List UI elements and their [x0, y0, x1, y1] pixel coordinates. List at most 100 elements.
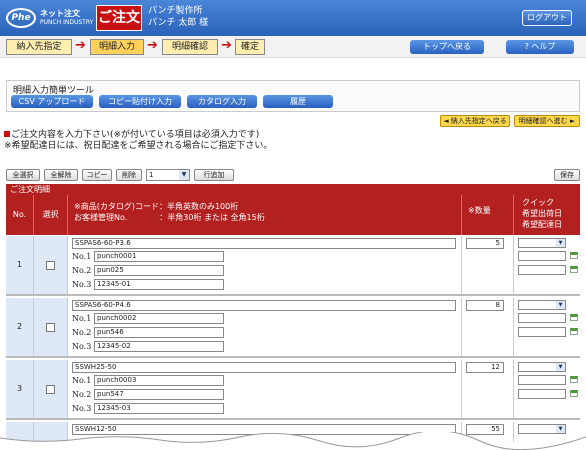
arrow-right-icon: ➔: [75, 38, 86, 53]
table-row: 2 SSPAS6-60-P4.6 No.1 punch0002 No.2 pun…: [6, 298, 580, 358]
date-cell: ▼: [514, 360, 580, 418]
copy-button[interactable]: コピー: [82, 169, 112, 181]
ship-date-input[interactable]: [518, 251, 566, 261]
header-dates: クイック 希望出荷日 希望配達日: [514, 195, 580, 235]
quick-date-select[interactable]: ▼: [518, 300, 566, 310]
qty-input[interactable]: 12: [466, 362, 504, 373]
step-detail-input: 明細入力: [90, 39, 144, 55]
date-cell: ▼: [514, 298, 580, 356]
no2-label: No.2: [72, 328, 92, 337]
select-cell: [34, 298, 68, 356]
calendar-icon[interactable]: [570, 328, 578, 335]
header-delivery-date: 希望配達日: [522, 220, 562, 229]
customer-no3-input[interactable]: 12345-01: [94, 279, 224, 290]
customer-no1-input[interactable]: punch0001: [94, 251, 224, 262]
step-detail-confirm: 明細確認: [162, 39, 218, 55]
company-name: パンチ製作所: [148, 6, 203, 16]
no2-label: No.2: [72, 390, 92, 399]
required-mark-icon: [4, 131, 10, 137]
step-finalize: 確定: [235, 39, 265, 55]
product-code-input[interactable]: SSWH25-50: [72, 362, 456, 373]
header-select: 選択: [34, 195, 68, 235]
logout-button[interactable]: ログアウト: [522, 10, 572, 26]
header-customer-no: お客様管理No. ：半角30桁 または 全角15桁: [74, 213, 265, 222]
order-details-title: ご注文明細: [6, 184, 580, 195]
arrow-right-icon: ➔: [221, 38, 232, 53]
arrow-right-icon: ➔: [147, 38, 158, 53]
customer-no2-input[interactable]: pun546: [94, 327, 224, 338]
customer-no3-input[interactable]: 12345-03: [94, 403, 224, 414]
qty-cell: 8: [462, 298, 514, 356]
help-button[interactable]: ? ヘルプ: [506, 40, 574, 54]
table-row: 3 SSWH25-50 No.1 punch0003 No.2 pun547 N…: [6, 360, 580, 420]
no2-label: No.2: [72, 266, 92, 275]
no1-label: No.1: [72, 314, 92, 323]
notice-line-1: ご注文内容を入力下さい(※が付いている項目は必須入力です): [11, 130, 260, 140]
customer-no1-input[interactable]: punch0002: [94, 313, 224, 324]
table-header: No. 選択 ※商品(カタログ)コード：半角英数のみ100桁 お客様管理No. …: [6, 195, 580, 235]
notice-line-2: ※希望配達日には、祝日配達をご希望される場合にご指定下さい。: [4, 141, 273, 151]
csv-upload-button[interactable]: CSV アップロード: [11, 95, 93, 108]
no1-label: No.1: [72, 252, 92, 261]
quick-date-select[interactable]: ▼: [518, 238, 566, 248]
chevron-down-icon: ▼: [556, 363, 565, 371]
product-cell: SSPAS6-60-P4.6 No.1 punch0002 No.2 pun54…: [68, 298, 462, 356]
delivery-date-input[interactable]: [518, 327, 566, 337]
calendar-icon[interactable]: [570, 314, 578, 321]
quick-date-select[interactable]: ▼: [518, 362, 566, 372]
calendar-icon[interactable]: [570, 376, 578, 383]
qty-input[interactable]: 5: [466, 238, 504, 249]
delete-button[interactable]: 削除: [116, 169, 142, 181]
back-to-delivery-button[interactable]: ◄ 納入先指定へ戻る: [440, 115, 510, 127]
logo-text: ネット注文: [40, 9, 80, 18]
no3-label: No.3: [72, 280, 92, 289]
save-button[interactable]: 保存: [554, 169, 580, 181]
no1-label: No.1: [72, 376, 92, 385]
header-product: ※商品(カタログ)コード：半角英数のみ100桁 お客様管理No. ：半角30桁 …: [68, 195, 462, 235]
row-checkbox[interactable]: [46, 385, 55, 394]
delivery-date-input[interactable]: [518, 265, 566, 275]
chevron-down-icon: ▼: [556, 301, 565, 309]
customer-no1-input[interactable]: punch0003: [94, 375, 224, 386]
instruction-text: ご注文内容を入力下さい(※が付いている項目は必須入力です) ※希望配達日には、祝…: [4, 130, 272, 152]
no3-label: No.3: [72, 342, 92, 351]
app-header: Phe ネット注文 PUNCH INDUSTRY ご注文 パンチ製作所 パンチ …: [0, 0, 586, 36]
row-checkbox[interactable]: [46, 323, 55, 332]
calendar-icon[interactable]: [570, 266, 578, 273]
ship-date-input[interactable]: [518, 313, 566, 323]
row-count-value: 1: [149, 171, 154, 179]
row-checkbox[interactable]: [46, 261, 55, 270]
qty-input[interactable]: 8: [466, 300, 504, 311]
add-row-button[interactable]: 行追加: [194, 169, 234, 181]
to-confirm-button[interactable]: 明細確認へ進む ►: [514, 115, 580, 127]
select-all-button[interactable]: 全選択: [6, 169, 40, 181]
delivery-date-input[interactable]: [518, 389, 566, 399]
qty-cell: 5: [462, 236, 514, 294]
row-number: 1: [6, 236, 34, 294]
product-code-input[interactable]: SSPAS6-60-P3.6: [72, 238, 456, 249]
header-product-code: ※商品(カタログ)コード：半角英数のみ100桁: [74, 202, 239, 211]
product-code-input[interactable]: SSPAS6-60-P4.6: [72, 300, 456, 311]
top-back-button[interactable]: トップへ戻る: [410, 40, 484, 54]
history-button[interactable]: 履歴: [263, 95, 333, 108]
header-qty: ※数量: [462, 195, 514, 235]
date-cell: ▼: [514, 236, 580, 294]
no3-label: No.3: [72, 404, 92, 413]
table-row: 1 SSPAS6-60-P3.6 No.1 punch0001 No.2 pun…: [6, 236, 580, 296]
customer-no2-input[interactable]: pun547: [94, 389, 224, 400]
calendar-icon[interactable]: [570, 390, 578, 397]
calendar-icon[interactable]: [570, 252, 578, 259]
qty-cell: 12: [462, 360, 514, 418]
ship-date-input[interactable]: [518, 375, 566, 385]
customer-no2-input[interactable]: pun025: [94, 265, 224, 276]
catalog-input-button[interactable]: カタログ入力: [187, 95, 257, 108]
customer-no3-input[interactable]: 12345-02: [94, 341, 224, 352]
row-count-select[interactable]: 1 ▼: [146, 169, 190, 181]
chevron-down-icon: ▼: [556, 239, 565, 247]
product-cell: SSWH25-50 No.1 punch0003 No.2 pun547 No.…: [68, 360, 462, 418]
step-progress: 納入先指定 ➔ 明細入力 ➔ 明細確認 ➔ 確定 トップへ戻る ? ヘルプ: [0, 36, 586, 58]
deselect-all-button[interactable]: 全解除: [44, 169, 78, 181]
select-cell: [34, 360, 68, 418]
punch-logo: Phe ネット注文 PUNCH INDUSTRY: [6, 6, 94, 30]
copy-paste-input-button[interactable]: コピー貼付け入力: [99, 95, 181, 108]
